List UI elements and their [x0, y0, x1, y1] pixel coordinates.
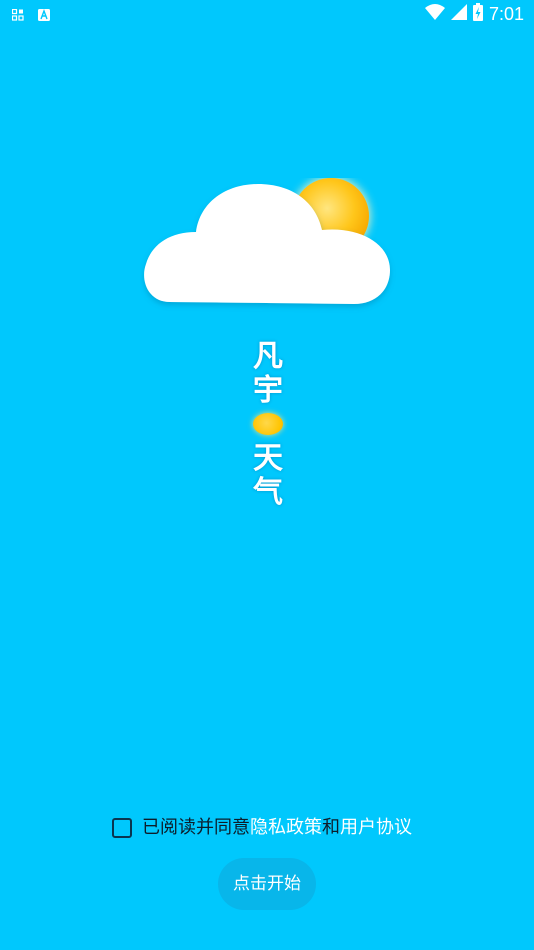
notification-a-icon	[38, 6, 50, 25]
cell-signal-icon	[450, 4, 467, 24]
privacy-policy-link[interactable]: 隐私政策	[250, 814, 322, 842]
agreement-conjunction: 和	[322, 817, 340, 838]
title-char-1: 凡	[253, 339, 283, 374]
title-char-4: 气	[253, 475, 283, 510]
agreement-checkbox[interactable]	[112, 818, 132, 838]
wifi-icon	[424, 4, 445, 24]
notification-app-icon	[11, 6, 24, 25]
sun-dot-icon	[253, 413, 283, 435]
cloud-sun-icon	[140, 176, 400, 318]
status-bar: 7:01	[0, 0, 534, 28]
title-char-2: 宇	[253, 373, 283, 408]
agreement-prefix: 已阅读并同意	[142, 817, 250, 838]
battery-charging-icon	[472, 3, 483, 25]
user-agreement-link[interactable]: 用户协议	[340, 814, 412, 842]
title-char-3: 天	[253, 441, 283, 476]
app-title: 凡 宇 天 气	[246, 340, 290, 510]
status-notifications	[11, 6, 50, 25]
status-system: 7:01	[424, 3, 524, 25]
agreement-row: 已阅读并同意 隐私政策 和 用户协议	[112, 814, 412, 842]
status-time: 7:01	[488, 4, 524, 24]
start-button[interactable]: 点击开始	[218, 858, 316, 910]
